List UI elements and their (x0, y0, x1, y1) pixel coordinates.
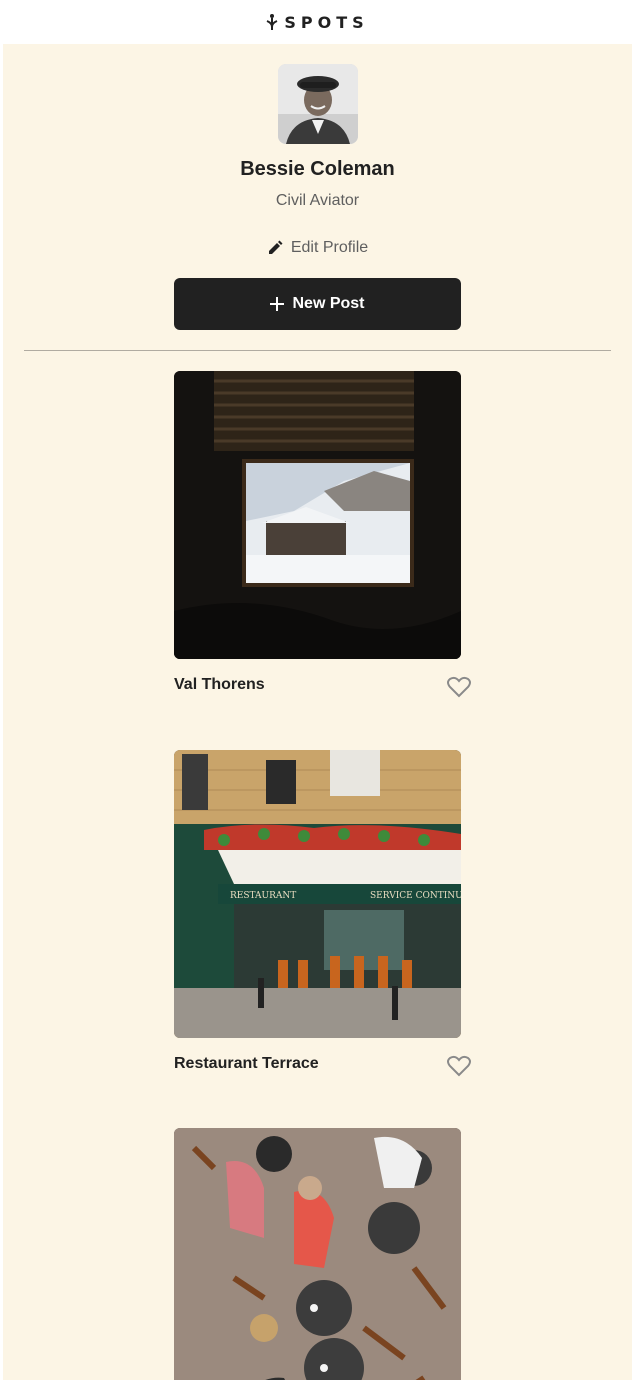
edit-profile-button[interactable]: Edit Profile (3, 239, 632, 257)
divider (24, 350, 611, 351)
heart-icon[interactable] (447, 676, 471, 698)
profile-role: Civil Aviator (275, 192, 360, 209)
heart-icon[interactable] (447, 1055, 471, 1077)
svg-text:RESTAURANT: RESTAURANT (230, 891, 296, 901)
new-post-button[interactable]: New Post (174, 278, 461, 330)
header: SPOTS (3, 0, 632, 44)
flower-icon (266, 14, 278, 30)
post-card (174, 1128, 474, 1380)
plus-icon (270, 297, 285, 311)
logo[interactable]: SPOTS (266, 13, 368, 32)
page-frame: SPOTS Bessie Coleman Civil Aviator Edit … (3, 0, 632, 1380)
avatar (278, 64, 358, 144)
edit-profile-label: Edit Profile (290, 239, 369, 256)
post-image[interactable] (174, 1128, 461, 1380)
logo-text: SPOTS (284, 12, 369, 32)
post-image[interactable] (174, 371, 461, 659)
profile-name: Bessie Coleman (240, 158, 395, 180)
new-post-label: New Post (292, 295, 365, 312)
pencil-icon (268, 240, 283, 254)
svg-text:SERVICE CONTINU: SERVICE CONTINU (370, 891, 461, 901)
post-card: Val Thorens (174, 371, 474, 698)
post-title: Restaurant Terrace (174, 1055, 319, 1072)
post-image[interactable]: RESTAURANT SERVICE CONTINU (174, 750, 461, 1038)
post-card: RESTAURANT SERVICE CONTINU Restaurant Te… (174, 750, 474, 1077)
post-title: Val Thorens (174, 676, 265, 693)
